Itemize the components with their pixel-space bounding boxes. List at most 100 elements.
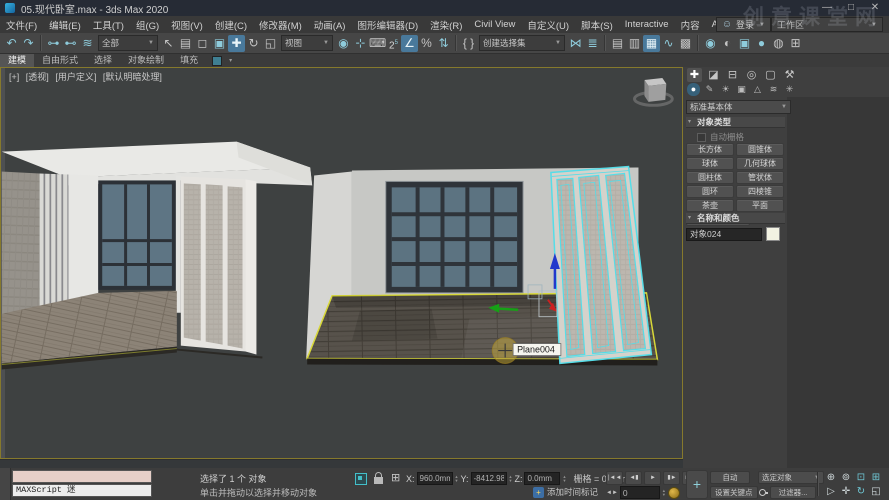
menu-interactive[interactable]: Interactive	[619, 19, 675, 30]
select-and-manipulate-icon[interactable]: ⊹	[352, 35, 369, 52]
menu-content[interactable]: 内容	[675, 18, 706, 32]
bind-to-space-warp-icon[interactable]: ≋	[79, 35, 96, 52]
modify-tab-icon[interactable]: ◪	[706, 68, 721, 82]
zoom-extents-icon[interactable]: ⊡	[854, 471, 868, 484]
left-room-model[interactable]	[2, 142, 312, 370]
sphere-button[interactable]: 球体	[686, 157, 734, 170]
menu-group[interactable]: 组(G)	[130, 18, 165, 32]
geosphere-button[interactable]: 几何球体	[736, 157, 784, 170]
minimize-button[interactable]: —	[815, 0, 839, 15]
zoom-extents-all-icon[interactable]: ⊞	[869, 471, 883, 484]
menu-graph-editors[interactable]: 图形编辑器(D)	[351, 18, 424, 32]
scene-explorer-toggle-icon[interactable]: ▤	[609, 35, 626, 52]
systems-category-icon[interactable]: ✳	[783, 83, 796, 96]
z-coordinate-input[interactable]	[524, 472, 560, 485]
menu-modifiers[interactable]: 修改器(M)	[253, 18, 308, 32]
set-key-button[interactable]: 设置关键点	[710, 486, 758, 499]
selection-filter-dropdown[interactable]: 全部 ▼	[98, 35, 158, 51]
unlink-selection-icon[interactable]: ⊷	[62, 35, 79, 52]
ribbon-tab-freeform[interactable]: 自由形式	[34, 54, 86, 67]
gizmo-y-axis[interactable]	[497, 309, 518, 310]
space-warps-category-icon[interactable]: ≋	[767, 83, 780, 96]
display-tab-icon[interactable]: ▢	[763, 68, 778, 82]
ribbon-toggle-icon[interactable]: ▦	[643, 35, 660, 52]
selection-lock-icon[interactable]	[374, 477, 383, 484]
torus-button[interactable]: 圆环	[686, 185, 734, 198]
field-of-view-icon[interactable]: ▷	[824, 485, 838, 498]
teapot-button[interactable]: 茶壶	[686, 199, 734, 212]
autogrid-checkbox[interactable]	[697, 133, 706, 142]
zoom-icon[interactable]: ⊕	[824, 471, 838, 484]
render-iterative-icon[interactable]: ◍	[770, 35, 787, 52]
left-window[interactable]	[98, 180, 176, 289]
render-setup-icon[interactable]: ◐	[719, 35, 736, 52]
view-cube[interactable]	[634, 78, 672, 105]
x-coordinate-input[interactable]	[417, 472, 453, 485]
select-object-icon[interactable]: ↖	[160, 35, 177, 52]
curve-editor-icon[interactable]: ∿	[660, 35, 677, 52]
object-color-swatch[interactable]	[766, 227, 780, 241]
mirror-icon[interactable]: ⋈	[567, 35, 584, 52]
left-slat-panel[interactable]	[40, 173, 69, 319]
maximize-button[interactable]: □	[839, 0, 863, 15]
key-filters-button[interactable]: 过滤器...	[770, 486, 816, 499]
menu-file[interactable]: 文件(F)	[0, 18, 43, 32]
next-frame-button[interactable]: ▮►	[663, 471, 680, 485]
cylinder-button[interactable]: 圆柱体	[686, 171, 734, 184]
zoom-all-icon[interactable]: ⊚	[839, 471, 853, 484]
menu-animation[interactable]: 动画(A)	[308, 18, 352, 32]
menu-rendering[interactable]: 渲染(R)	[424, 18, 468, 32]
redo-icon[interactable]: ↷	[20, 35, 37, 52]
pan-view-icon[interactable]: ✛	[839, 485, 853, 498]
ribbon-options-dropdown[interactable]: ▾	[212, 56, 232, 66]
key-filter-target-dropdown[interactable]: 选定对象 ▼	[758, 471, 824, 484]
lights-category-icon[interactable]: ☀	[719, 83, 732, 96]
view-cube-front-face[interactable]	[648, 84, 666, 102]
set-keys-big-button[interactable]: +	[686, 470, 708, 499]
ribbon-tab-selection[interactable]: 选择	[86, 54, 120, 67]
viewport-menu-user[interactable]: [用户定义]	[55, 72, 96, 82]
motion-tab-icon[interactable]: ◎	[744, 68, 759, 82]
previous-frame-button[interactable]: ◄▮	[625, 471, 642, 485]
maxscript-macro-recorder[interactable]	[12, 470, 152, 483]
menu-views[interactable]: 视图(V)	[165, 18, 209, 32]
box-button[interactable]: 长方体	[686, 143, 734, 156]
right-window[interactable]	[386, 181, 523, 292]
ribbon-tab-modeling[interactable]: 建模	[0, 54, 34, 67]
shapes-category-icon[interactable]: ✎	[703, 83, 716, 96]
frame-spinner[interactable]: ▲▼	[662, 489, 666, 497]
primitive-category-dropdown[interactable]: 标准基本体 ▼	[686, 100, 791, 114]
cameras-category-icon[interactable]: ▣	[735, 83, 748, 96]
time-configuration-icon[interactable]	[668, 487, 680, 499]
undo-icon[interactable]: ↶	[3, 35, 20, 52]
percent-snap-toggle-icon[interactable]: %	[418, 35, 435, 52]
left-exterior-panel-2[interactable]	[206, 184, 223, 344]
spinner-snap-toggle-icon[interactable]: ⇅	[435, 35, 452, 52]
use-pivot-point-icon[interactable]: ◉	[335, 35, 352, 52]
viewport-menu-plus[interactable]: [+]	[9, 72, 19, 82]
select-and-move-icon[interactable]: ✚	[228, 35, 245, 52]
select-by-name-icon[interactable]: ▤	[177, 35, 194, 52]
scene-canvas[interactable]: Plane004	[1, 68, 682, 458]
select-and-rotate-icon[interactable]: ↻	[245, 35, 262, 52]
named-selection-set-dropdown[interactable]: 创建选择集 ▼	[479, 35, 565, 51]
snaps-toggle-icon[interactable]: 25	[386, 35, 401, 52]
maxscript-mini-listener[interactable]: MAXScript 迷	[12, 484, 152, 497]
dope-sheet-icon[interactable]: ▩	[677, 35, 694, 52]
menu-create[interactable]: 创建(C)	[209, 18, 253, 32]
add-time-tag[interactable]: + 添加时间标记	[533, 486, 598, 498]
rendered-frame-window-icon[interactable]: ▣	[736, 35, 753, 52]
absolute-mode-transform-icon[interactable]: ⊞	[391, 471, 400, 484]
y-spinner[interactable]: ▲▼	[509, 475, 513, 483]
go-to-start-button[interactable]: |◄◄	[606, 471, 623, 485]
workspace-dropdown[interactable]: 工作区 ▼	[771, 17, 883, 32]
object-name-input[interactable]	[686, 228, 762, 241]
menu-civil-view[interactable]: Civil View	[468, 19, 521, 30]
key-filters-icon[interactable]	[758, 487, 768, 498]
x-spinner[interactable]: ▲▼	[455, 475, 459, 483]
isolate-selection-icon[interactable]	[355, 473, 367, 485]
layer-explorer-toggle-icon[interactable]: ▥	[626, 35, 643, 52]
left-exterior-panel-3[interactable]	[228, 186, 243, 348]
viewport-menu-shading[interactable]: [默认明暗处理]	[103, 72, 162, 82]
name-color-rollout-header[interactable]: ▾ 名称和颜色	[686, 213, 785, 224]
